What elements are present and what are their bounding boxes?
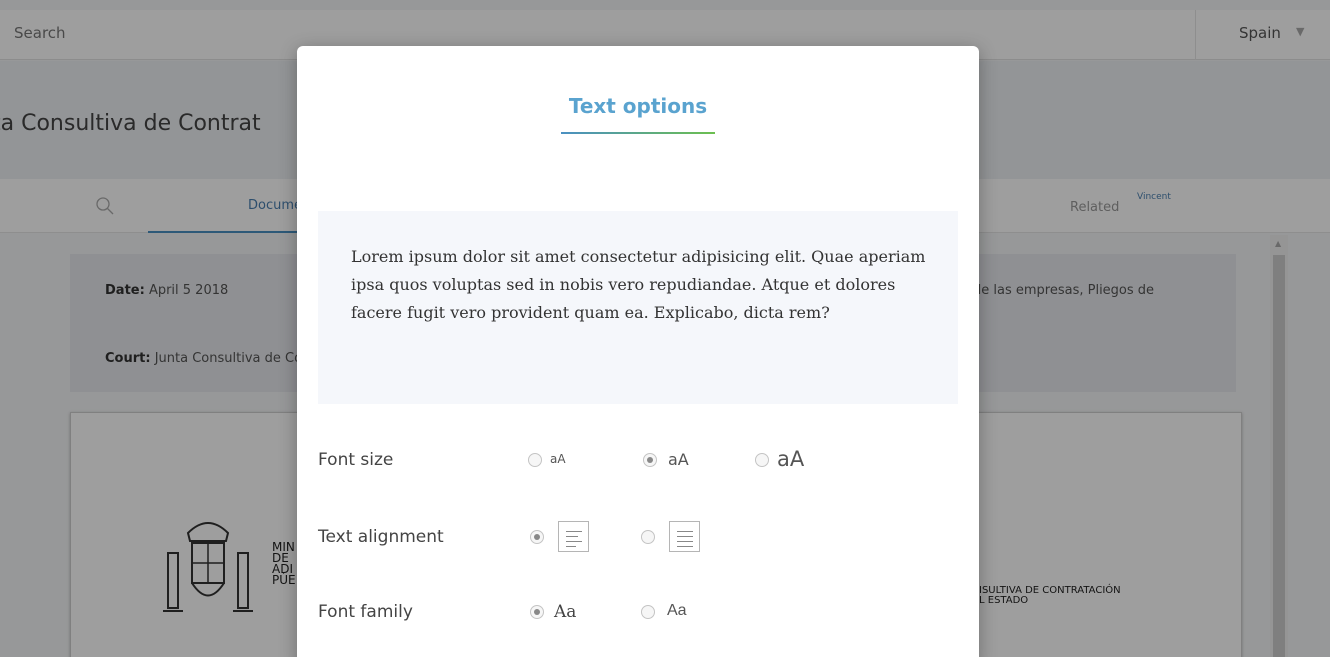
align-left-option[interactable] xyxy=(530,517,600,557)
font-size-small-sample: aA xyxy=(550,452,566,466)
text-alignment-row: Text alignment xyxy=(318,517,958,557)
font-size-large-option[interactable]: aA xyxy=(755,440,825,480)
font-family-serif-option[interactable]: Aa xyxy=(530,592,600,632)
font-size-large-radio[interactable] xyxy=(755,453,769,467)
text-options-dialog: Text options Lorem ipsum dolor sit amet … xyxy=(297,46,979,657)
font-family-serif-radio[interactable] xyxy=(530,605,544,619)
text-preview: Lorem ipsum dolor sit amet consectetur a… xyxy=(318,211,958,404)
font-family-sans-option[interactable]: Aa xyxy=(641,592,711,632)
font-size-large-sample: aA xyxy=(777,447,805,471)
title-underline xyxy=(561,132,715,134)
font-size-medium-sample: aA xyxy=(668,450,689,469)
justify-icon[interactable] xyxy=(669,521,700,552)
font-family-sans-radio[interactable] xyxy=(641,605,655,619)
font-family-sans-sample: Aa xyxy=(667,602,687,619)
justify-option[interactable] xyxy=(641,517,711,557)
font-size-row: Font size aA aA aA xyxy=(318,440,958,480)
font-family-label: Font family xyxy=(318,602,413,622)
align-left-radio[interactable] xyxy=(530,530,544,544)
text-alignment-label: Text alignment xyxy=(318,527,444,547)
font-size-medium-radio[interactable] xyxy=(643,453,657,467)
font-size-medium-option[interactable]: aA xyxy=(643,440,703,480)
preview-text: Lorem ipsum dolor sit amet consectetur a… xyxy=(351,247,926,322)
align-left-icon[interactable] xyxy=(558,521,589,552)
font-size-label: Font size xyxy=(318,450,394,470)
font-size-small-option[interactable]: aA xyxy=(528,440,588,480)
font-family-row: Font family Aa Aa xyxy=(318,592,958,632)
font-family-serif-sample: Aa xyxy=(554,602,577,622)
dialog-title: Text options xyxy=(568,94,708,118)
font-size-small-radio[interactable] xyxy=(528,453,542,467)
justify-radio[interactable] xyxy=(641,530,655,544)
